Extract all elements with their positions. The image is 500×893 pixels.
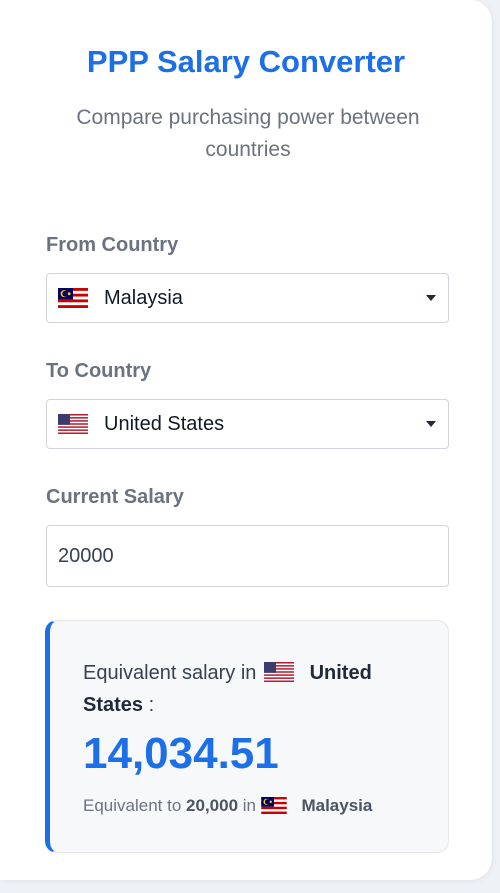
us-flag-icon — [264, 662, 294, 682]
note-amount: 20,000 — [186, 796, 239, 815]
result-amount: 14,034.51 — [83, 729, 279, 778]
page-subtitle: Compare purchasing power between countri… — [76, 106, 420, 161]
malaysia-flag-icon — [58, 288, 88, 308]
us-flag-icon — [58, 414, 88, 434]
salary-input[interactable]: 20000 — [46, 525, 449, 587]
note-in: in — [242, 796, 256, 815]
from-country-label: From Country — [46, 234, 179, 256]
malaysia-flag-icon — [260, 797, 287, 814]
chevron-down-icon — [426, 295, 436, 301]
from-country-value: Malaysia — [104, 286, 183, 309]
note-prefix: Equivalent to — [83, 796, 182, 815]
chevron-down-icon — [426, 421, 436, 427]
converter-card: PPP Salary Converter Compare purchasing … — [0, 0, 492, 880]
to-country-value: United States — [104, 412, 225, 435]
to-country-label: To Country — [46, 360, 152, 382]
result-note: Equivalent to 20,000 in Malaysia — [83, 796, 372, 816]
page-title: PPP Salary Converter — [86, 44, 406, 79]
to-country-select[interactable]: United States — [46, 399, 449, 449]
result-suffix: : — [148, 694, 155, 716]
result-heading: Equivalent salary in United States : — [83, 657, 423, 721]
result-prefix: Equivalent salary in — [83, 662, 257, 684]
note-country: Malaysia — [301, 796, 373, 815]
salary-label: Current Salary — [46, 486, 184, 508]
result-panel: Equivalent salary in United States : 14,… — [45, 620, 449, 853]
from-country-select[interactable]: Malaysia — [46, 273, 449, 323]
